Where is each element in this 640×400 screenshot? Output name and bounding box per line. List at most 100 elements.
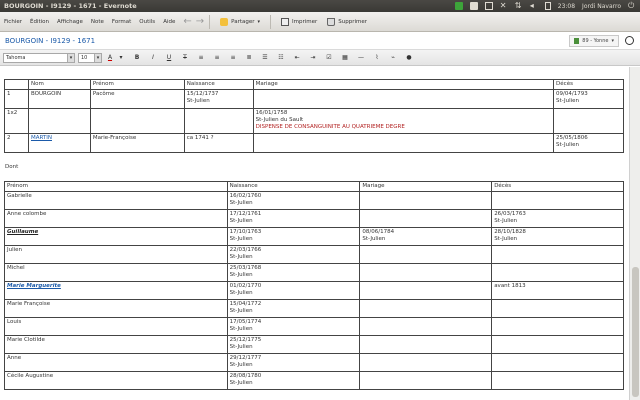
power-icon[interactable]: ⏻ — [628, 2, 636, 10]
table-cell[interactable]: Pacôme — [89, 89, 185, 109]
table-cell[interactable] — [359, 353, 493, 372]
print-button[interactable]: Imprimer — [276, 17, 322, 26]
strikethrough-icon[interactable]: T — [179, 52, 191, 64]
outdent-icon[interactable]: ⇤ — [291, 52, 303, 64]
globe-icon[interactable] — [625, 36, 634, 45]
person-link[interactable]: MARTIN — [31, 135, 52, 141]
table-cell[interactable]: Julien — [4, 245, 228, 264]
evernote-tray-icon[interactable] — [454, 2, 463, 10]
menu-fichier[interactable]: Fichier — [0, 19, 26, 25]
table-cell[interactable] — [491, 263, 624, 282]
table-cell[interactable]: Anne colombe — [4, 209, 228, 228]
table-header-cell[interactable]: Naissance — [183, 79, 254, 90]
link-icon[interactable]: ⌁ — [387, 52, 399, 64]
table-cell[interactable]: 2 — [4, 133, 29, 153]
table-cell[interactable]: Louis — [4, 317, 228, 336]
chevron-down-icon[interactable]: ▾ — [115, 52, 127, 64]
table-header-cell[interactable]: Mariage — [359, 181, 493, 192]
table-cell[interactable]: 29/12/1777 St-Julien — [226, 353, 361, 372]
child-name-link[interactable]: Marie Marguerite — [7, 283, 61, 289]
table-cell[interactable]: Marie Marguerite — [4, 281, 228, 300]
font-size-select[interactable]: 10 ▾ — [78, 52, 102, 63]
table-cell[interactable] — [491, 245, 624, 264]
clock[interactable]: 23:08 — [558, 3, 575, 10]
menu-note[interactable]: Note — [87, 19, 108, 25]
table-cell[interactable]: ca 1741 ? — [183, 133, 254, 153]
table-cell[interactable]: 09/04/1793 St-Julien — [553, 89, 624, 109]
table-header-cell[interactable]: Décès — [553, 79, 624, 90]
align-left-icon[interactable]: ≡ — [195, 52, 207, 64]
table-cell[interactable] — [359, 281, 493, 300]
table-cell[interactable] — [359, 371, 493, 390]
volume-icon[interactable]: ◂ — [530, 2, 538, 10]
table-cell[interactable]: 1x2 — [4, 108, 29, 134]
table-cell[interactable]: 1 — [4, 89, 29, 109]
table-cell[interactable] — [252, 133, 555, 153]
font-family-select[interactable]: Tahoma ▾ — [3, 52, 75, 63]
note-body[interactable]: Nom Prénom Naissance Mariage Décès 1 BOU… — [0, 67, 629, 400]
network-icon[interactable]: ⇅ — [515, 2, 523, 10]
table-cell[interactable] — [491, 191, 624, 210]
table-cell[interactable]: 17/05/1774 St-Julien — [226, 317, 361, 336]
menu-affichage[interactable]: Affichage — [53, 19, 87, 25]
table-cell[interactable]: 28/08/1780 St-Julien — [226, 371, 361, 390]
menu-outils[interactable]: Outils — [135, 19, 159, 25]
vertical-scrollbar[interactable] — [629, 67, 640, 400]
table-cell[interactable]: Guillaume — [4, 227, 228, 246]
table-cell[interactable] — [252, 89, 555, 109]
table-icon[interactable]: ▦ — [339, 52, 351, 64]
table-cell[interactable] — [359, 263, 493, 282]
child-name-link[interactable]: Guillaume — [7, 229, 38, 235]
align-center-icon[interactable]: ≡ — [211, 52, 223, 64]
table-cell[interactable] — [183, 108, 254, 134]
table-cell[interactable] — [359, 317, 493, 336]
table-cell[interactable] — [359, 191, 493, 210]
table-cell[interactable] — [491, 371, 624, 390]
table-cell[interactable] — [89, 108, 185, 134]
table-cell[interactable]: 17/10/1763 St-Julien — [226, 227, 361, 246]
table-cell[interactable]: Cécile Augustine — [4, 371, 228, 390]
table-cell[interactable] — [359, 299, 493, 318]
table-cell[interactable] — [359, 209, 493, 228]
table-header-cell[interactable]: Nom — [27, 79, 91, 90]
numbered-list-icon[interactable]: ☷ — [275, 52, 287, 64]
table-cell[interactable]: 28/10/1828 St-Julien — [491, 227, 624, 246]
bullet-list-icon[interactable]: ☰ — [259, 52, 271, 64]
indent-icon[interactable]: ⇥ — [307, 52, 319, 64]
table-cell[interactable]: 22/03/1766 St-Julien — [226, 245, 361, 264]
table-header-cell[interactable]: Prénom — [89, 79, 185, 90]
table-cell[interactable]: MARTIN — [27, 133, 91, 153]
back-arrow-icon[interactable]: ← — [183, 16, 191, 27]
attach-icon[interactable]: ⌇ — [371, 52, 383, 64]
table-cell[interactable]: BOURGOIN — [27, 89, 91, 109]
table-cell[interactable]: 17/12/1761 St-Julien — [226, 209, 361, 228]
table-header-cell[interactable]: Décès — [491, 181, 624, 192]
table-cell[interactable]: 15/12/1737 St-Julien — [183, 89, 254, 109]
align-right-icon[interactable]: ≡ — [227, 52, 239, 64]
italic-icon[interactable]: I — [147, 52, 159, 64]
underline-icon[interactable]: U — [163, 52, 175, 64]
table-header-cell[interactable]: Naissance — [226, 181, 361, 192]
mail-icon[interactable] — [484, 2, 493, 10]
table-cell[interactable]: 01/02/1770 St-Julien — [226, 281, 361, 300]
table-cell[interactable]: 16/02/1760 St-Julien — [226, 191, 361, 210]
table-cell[interactable] — [491, 299, 624, 318]
justify-icon[interactable]: ≣ — [243, 52, 255, 64]
table-cell[interactable]: 08/06/1784 St-Julien — [359, 227, 493, 246]
table-cell[interactable]: Anne — [4, 353, 228, 372]
table-cell[interactable] — [553, 108, 624, 134]
checkbox-icon[interactable]: ☑ — [323, 52, 335, 64]
table-cell[interactable]: 25/12/1775 St-Julien — [226, 335, 361, 354]
table-cell[interactable]: Michel — [4, 263, 228, 282]
sound-mute-icon[interactable]: ✕ — [500, 2, 508, 10]
bold-icon[interactable]: B — [131, 52, 143, 64]
note-title[interactable]: BOURGOIN - I9129 - 1671 — [0, 37, 569, 45]
forward-arrow-icon[interactable]: → — [196, 16, 204, 27]
table-cell[interactable] — [359, 335, 493, 354]
table-cell[interactable]: Gabrielle — [4, 191, 228, 210]
microphone-icon[interactable]: ● — [403, 52, 415, 64]
scrollbar-thumb[interactable] — [632, 267, 639, 397]
horizontal-rule-icon[interactable]: — — [355, 52, 367, 64]
menu-format[interactable]: Format — [108, 19, 135, 25]
table-cell[interactable] — [27, 108, 91, 134]
